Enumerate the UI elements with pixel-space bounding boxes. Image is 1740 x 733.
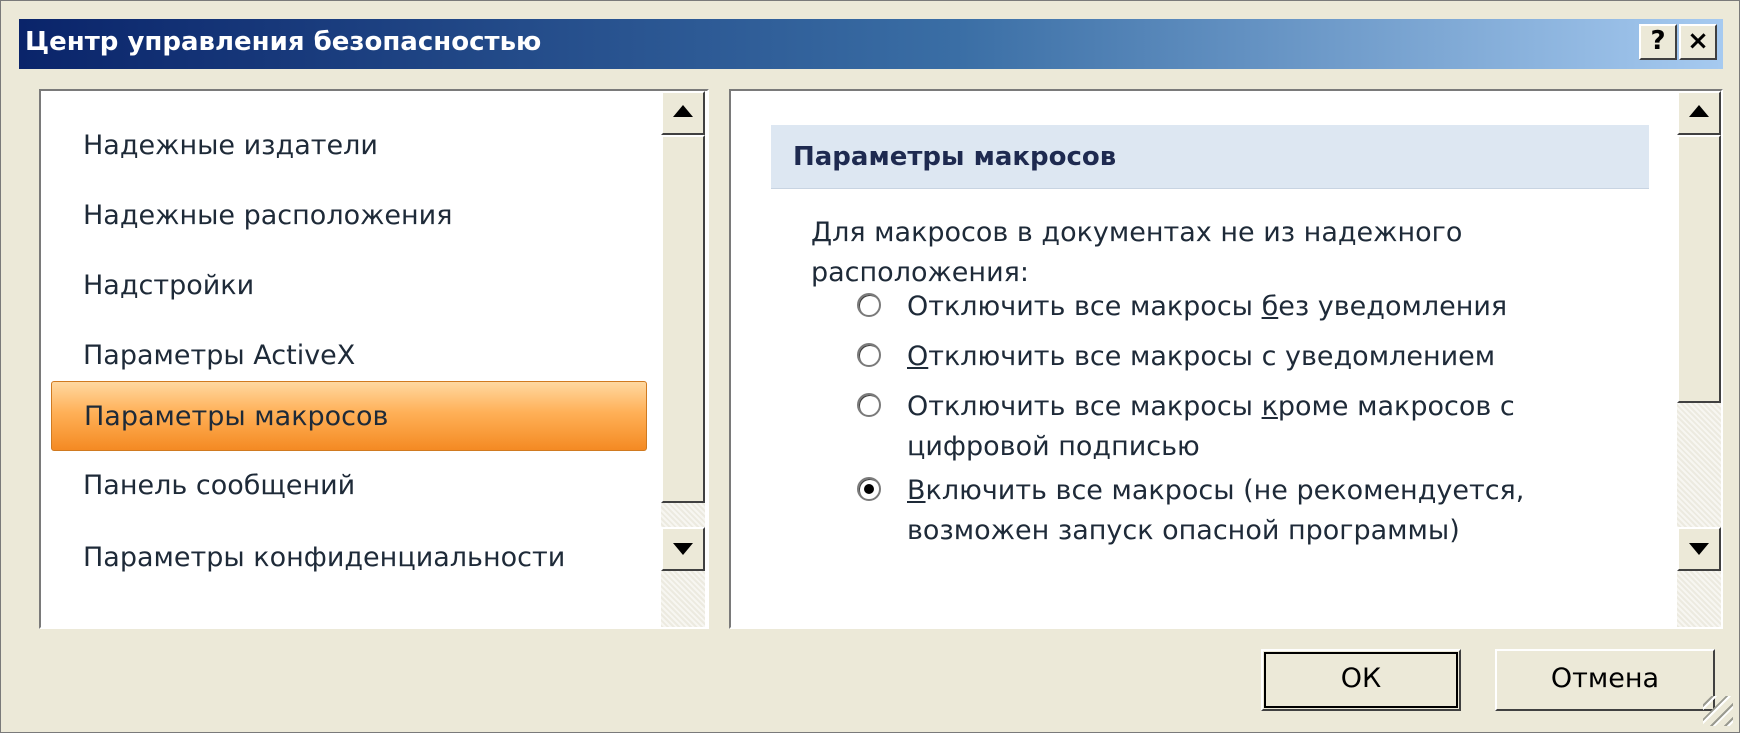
left-scroll-up-button[interactable]	[661, 91, 705, 135]
resize-grip-icon[interactable]	[1703, 696, 1733, 726]
scroll-down-icon	[1689, 543, 1709, 555]
dialog-title: Центр управления безопасностью	[25, 27, 542, 57]
close-button[interactable]: ×	[1679, 24, 1717, 60]
left-scrollbar[interactable]	[661, 91, 705, 627]
macro-description: Для макросов в документах не из надежног…	[811, 217, 1463, 288]
sidebar-item-addins[interactable]: Надстройки	[51, 251, 647, 321]
scroll-up-icon	[673, 105, 693, 117]
help-button[interactable]: ?	[1639, 24, 1677, 60]
trust-center-dialog: Центр управления безопасностью ? × Надеж…	[0, 0, 1740, 733]
close-icon: ×	[1687, 26, 1709, 56]
radio-icon[interactable]	[857, 293, 881, 317]
right-scroll-down-button[interactable]	[1677, 527, 1721, 571]
sidebar-item-trusted-locations[interactable]: Надежные расположения	[51, 181, 647, 251]
radio-icon[interactable]	[857, 477, 881, 501]
left-scroll-down-button[interactable]	[661, 527, 705, 571]
help-icon: ?	[1650, 26, 1666, 56]
sidebar-item-privacy[interactable]: Параметры конфиденциальности	[51, 523, 647, 593]
title-bar[interactable]: Центр управления безопасностью ? ×	[19, 19, 1723, 69]
sidebar-item-trusted-publishers[interactable]: Надежные издатели	[51, 111, 647, 181]
category-list: Надежные издатели Надежные расположения …	[39, 89, 709, 629]
option-label: Включить все макросы (не рекомендуется, …	[907, 475, 1525, 546]
sidebar-item-macro-settings[interactable]: Параметры макросов	[51, 381, 647, 451]
option-label: Отключить все макросы кроме макросов с ц…	[907, 391, 1515, 462]
radio-icon[interactable]	[857, 393, 881, 417]
right-scrollbar[interactable]	[1677, 91, 1721, 627]
section-title: Параметры макросов	[771, 125, 1649, 189]
settings-panel: Параметры макросов Для макросов в докуме…	[729, 89, 1723, 629]
left-scroll-thumb[interactable]	[661, 135, 705, 503]
radio-icon[interactable]	[857, 343, 881, 367]
option-label: Отключить все макросы с уведомлением	[907, 341, 1496, 372]
right-scroll-up-button[interactable]	[1677, 91, 1721, 135]
sidebar-item-message-bar[interactable]: Панель сообщений	[51, 451, 647, 521]
scroll-down-icon	[673, 543, 693, 555]
option-label: Отключить все макросы без уведомления	[907, 291, 1508, 322]
right-scroll-thumb[interactable]	[1677, 135, 1721, 403]
cancel-button[interactable]: Отмена	[1495, 649, 1715, 711]
scroll-up-icon	[1689, 105, 1709, 117]
ok-button[interactable]: ОК	[1261, 649, 1461, 711]
